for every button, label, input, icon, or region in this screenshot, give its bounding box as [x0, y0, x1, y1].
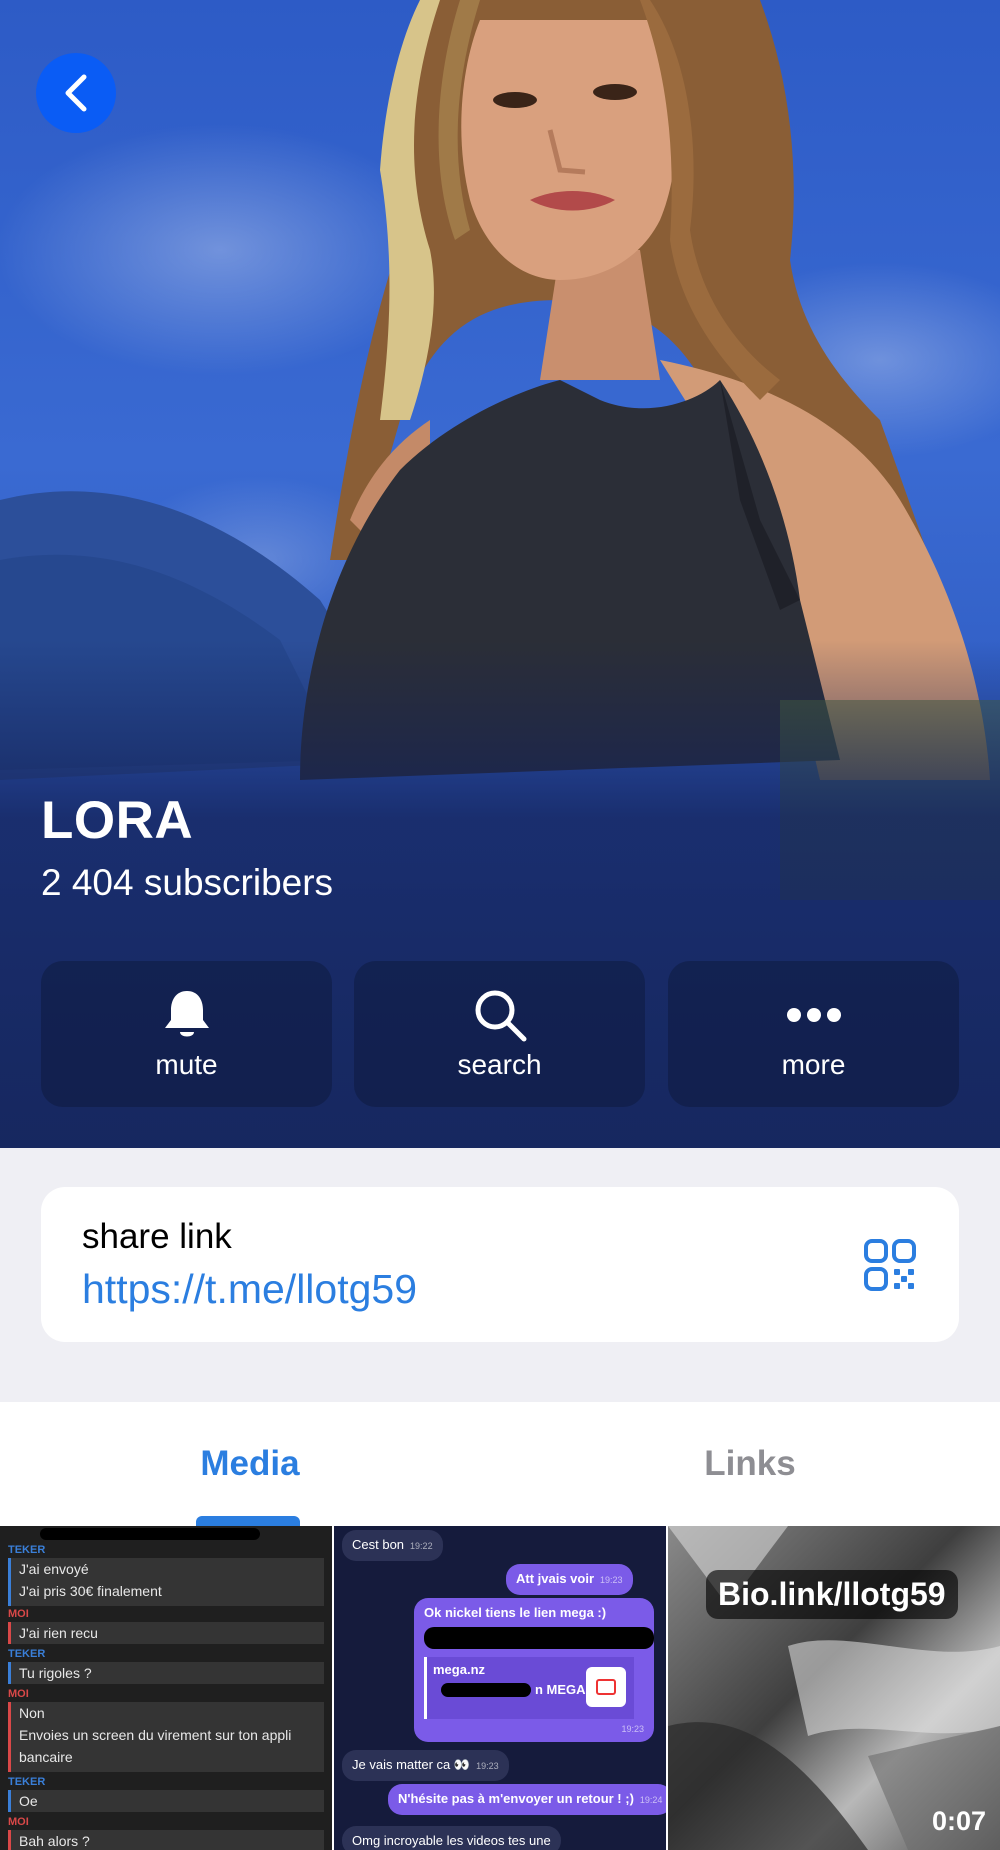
media-thumbnail-chat-screenshot[interactable]: Cest bon 19:22 Att jvais voir 19:23 Ok nic… — [334, 1526, 666, 1850]
media-thumbnail-chat-log[interactable]: TEKER J'ai envoyé J'ai pris 30€ finaleme… — [0, 1526, 332, 1850]
chat-text: Omg incroyable les videos tes une — [352, 1833, 551, 1848]
chat-text: Ok nickel tiens le lien mega :) — [424, 1605, 607, 1620]
log-tag: TEKER — [8, 1776, 46, 1788]
log-tag: MOI — [8, 1608, 29, 1620]
chat-time: 19:23 — [600, 1575, 623, 1585]
share-link-title: share link — [82, 1217, 232, 1256]
chat-bubble: N'hésite pas à m'envoyer un retour ! ;) 1… — [388, 1784, 666, 1815]
video-duration: 0:07 — [931, 1806, 986, 1836]
redaction-bar — [424, 1627, 654, 1649]
more-button[interactable]: more — [668, 961, 959, 1107]
chevron-left-icon — [65, 74, 87, 112]
log-tag: MOI — [8, 1688, 29, 1700]
back-button[interactable] — [36, 53, 116, 133]
mega-thumbnail — [586, 1667, 626, 1707]
chat-bubble: Ok nickel tiens le lien mega :) mega.nz … — [414, 1598, 654, 1742]
channel-name: LORA — [41, 791, 194, 850]
more-label: more — [781, 1049, 846, 1080]
redaction-bar — [40, 1528, 260, 1540]
log-message: Non Envoies un screen du virement sur to… — [8, 1702, 324, 1772]
log-message: J'ai rien recu — [8, 1622, 324, 1644]
search-button[interactable]: search — [354, 961, 645, 1107]
mute-label: mute — [155, 1049, 218, 1080]
qr-code-button[interactable] — [864, 1239, 916, 1291]
media-thumbnail-video[interactable]: Bio.link/llotg59 0:07 — [668, 1526, 1000, 1850]
chat-time: 19:23 — [621, 1724, 644, 1734]
mute-button[interactable]: mute — [41, 961, 332, 1107]
log-message: Tu rigoles ? — [8, 1662, 324, 1684]
channel-profile-page: LORA 2 404 subscribers mute search more … — [0, 0, 1000, 1850]
log-tag: MOI — [8, 1816, 29, 1828]
link-preview: mega.nz n MEGA — [424, 1657, 634, 1719]
tab-bar: Media Links — [0, 1402, 1000, 1526]
chat-time: 19:22 — [410, 1541, 433, 1551]
log-message: Oe — [8, 1790, 324, 1812]
chat-text: n MEGA — [535, 1682, 586, 1697]
chat-text: Je vais matter ca 👀 — [352, 1757, 471, 1772]
search-icon — [472, 987, 528, 1043]
chat-bubble: Cest bon 19:22 — [342, 1530, 443, 1561]
search-label: search — [457, 1049, 542, 1080]
chat-text: Att jvais voir — [516, 1571, 595, 1586]
more-dots-icon — [786, 987, 842, 1043]
profile-header: LORA 2 404 subscribers mute search more — [0, 0, 1000, 1148]
chat-time: 19:23 — [476, 1761, 499, 1771]
log-message: J'ai envoyé J'ai pris 30€ finalement — [8, 1558, 324, 1606]
qr-code-icon — [864, 1239, 916, 1291]
active-tab-indicator — [196, 1516, 300, 1526]
log-message: Bah alors ? — [8, 1830, 324, 1850]
tab-links[interactable]: Links — [500, 1402, 1000, 1526]
share-link-card: share link https://t.me/llotg59 — [41, 1187, 959, 1342]
bell-icon — [159, 987, 215, 1043]
redaction-bar — [441, 1683, 531, 1697]
tab-media[interactable]: Media — [0, 1402, 500, 1526]
log-tag: TEKER — [8, 1648, 46, 1660]
media-grid: TEKER J'ai envoyé J'ai pris 30€ finaleme… — [0, 1526, 1000, 1850]
chat-bubble: Omg incroyable les videos tes une — [342, 1826, 561, 1850]
chat-bubble: Att jvais voir 19:23 — [506, 1564, 633, 1595]
video-overlay-text: Bio.link/llotg59 — [706, 1570, 958, 1619]
action-row: mute search more — [41, 961, 959, 1107]
subscriber-count: 2 404 subscribers — [41, 862, 334, 903]
chat-time: 19:24 — [639, 1795, 663, 1805]
chat-text: N'hésite pas à m'envoyer un retour ! ;) — [398, 1791, 634, 1806]
log-tag: TEKER — [8, 1544, 46, 1556]
chat-text: Cest bon — [352, 1537, 405, 1552]
share-link-url[interactable]: https://t.me/llotg59 — [82, 1266, 417, 1313]
chat-bubble: Je vais matter ca 👀 19:23 — [342, 1750, 509, 1781]
